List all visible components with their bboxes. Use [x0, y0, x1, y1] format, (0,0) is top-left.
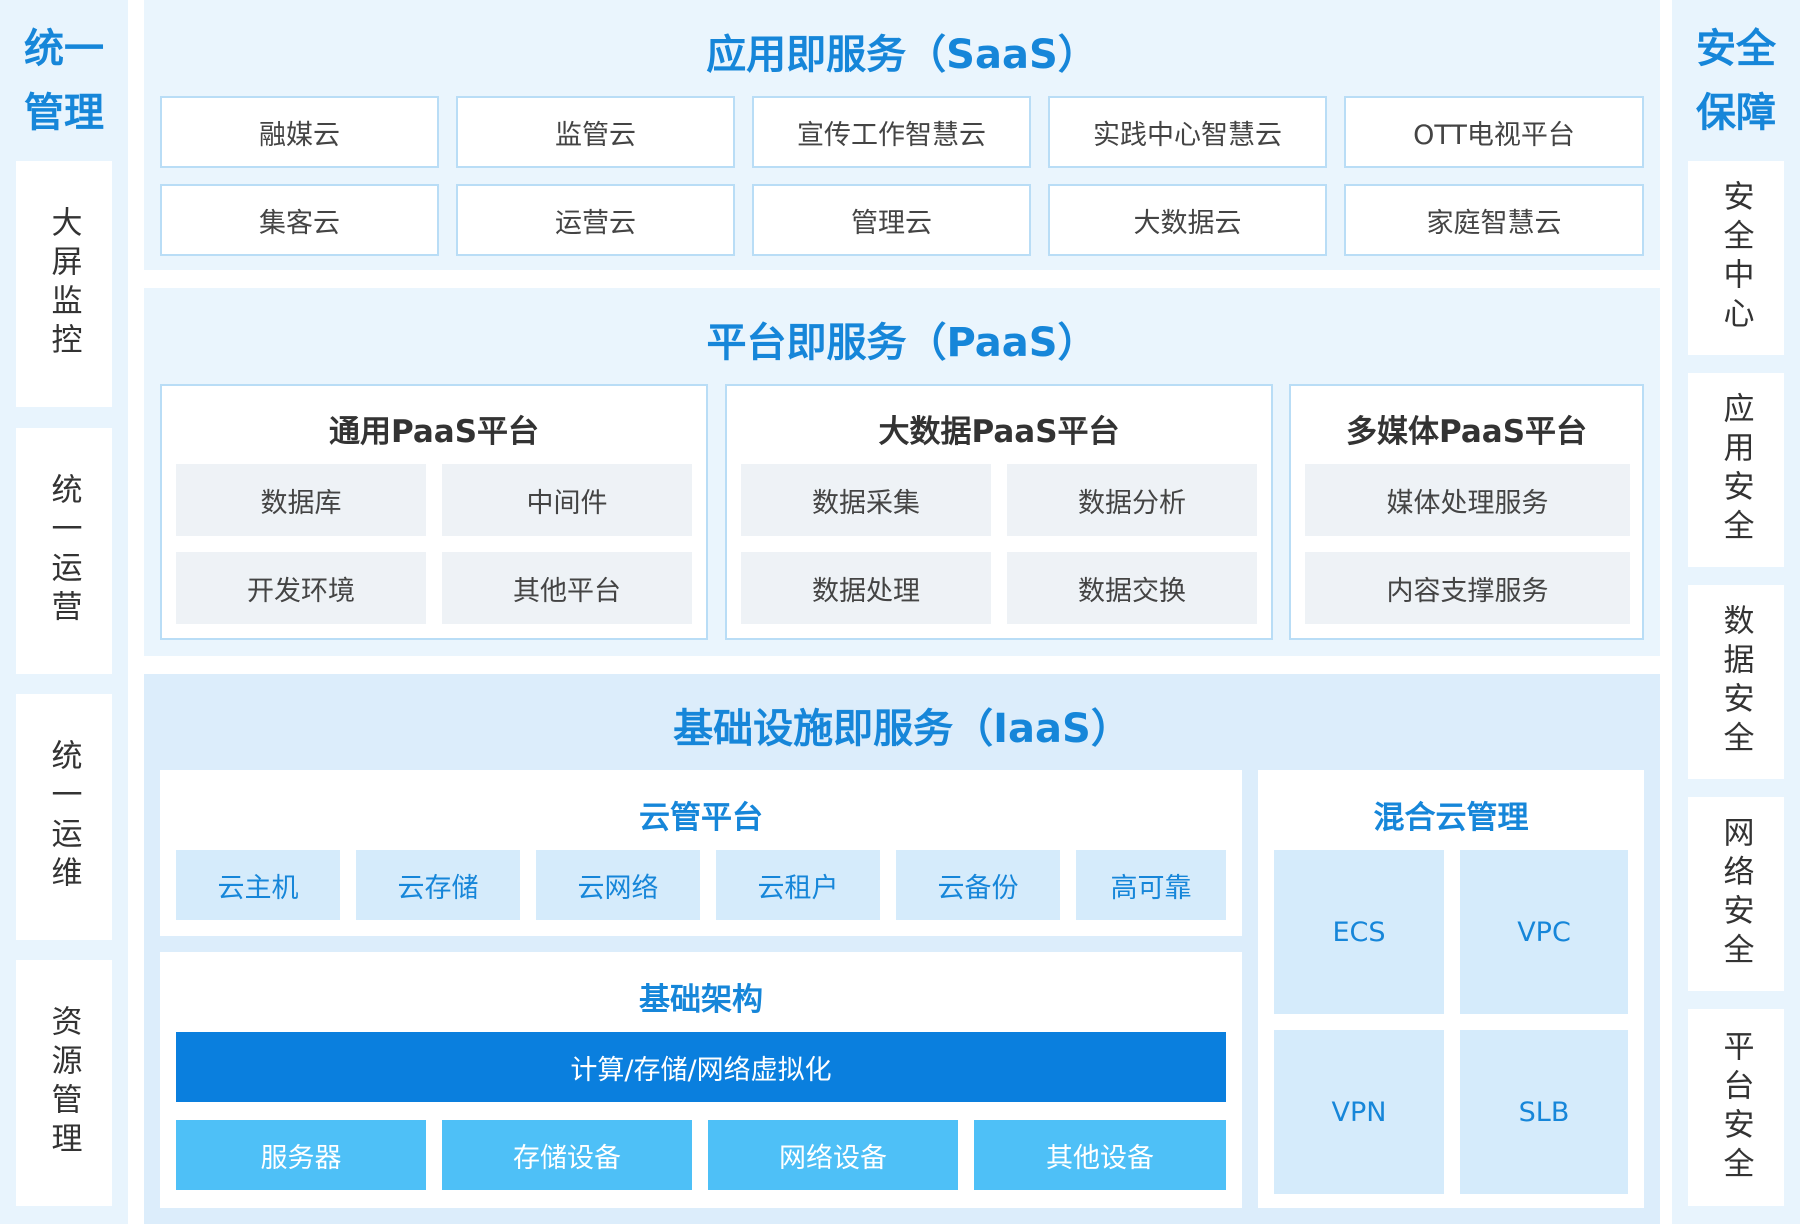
device-item[interactable]: 网络设备: [708, 1120, 958, 1190]
infrastructure-title: 基础架构: [639, 982, 763, 1018]
right-column-title-line1: 安全: [1696, 26, 1776, 72]
cloud-mgmt-item[interactable]: 云存储: [356, 850, 520, 920]
right-item-platform-security[interactable]: 平台安全: [1688, 1009, 1784, 1206]
hybrid-item-ecs[interactable]: ECS: [1274, 850, 1444, 1014]
cloud-mgmt-item[interactable]: 云备份: [896, 850, 1060, 920]
left-item-label: 大屏监控: [45, 206, 82, 362]
left-column-title-line1: 统一: [24, 26, 104, 72]
left-management-column: 统一 管理 大屏监控 统一运营 统一运维 资源管理: [0, 0, 128, 1224]
paas-title: 平台即服务（PaaS）: [706, 320, 1098, 366]
saas-item[interactable]: 实践中心智慧云: [1048, 96, 1327, 168]
hybrid-cloud-box: 混合云管理 ECS VPC VPN SLB: [1258, 770, 1644, 1208]
paas-item[interactable]: 数据库: [176, 464, 426, 536]
right-item-label: 平台安全: [1717, 1029, 1754, 1186]
right-item-label: 应用安全: [1717, 392, 1754, 548]
device-item[interactable]: 存储设备: [442, 1120, 692, 1190]
saas-item[interactable]: 管理云: [752, 184, 1031, 256]
device-item[interactable]: 其他设备: [974, 1120, 1226, 1190]
paas-item[interactable]: 媒体处理服务: [1305, 464, 1630, 536]
right-item-label: 网络安全: [1717, 816, 1754, 972]
saas-item[interactable]: 宣传工作智慧云: [752, 96, 1031, 168]
left-item-label: 资源管理: [45, 1005, 82, 1161]
cloud-mgmt-item[interactable]: 云主机: [176, 850, 340, 920]
paas-group-multimedia: 多媒体PaaS平台 媒体处理服务 内容支撑服务: [1289, 384, 1644, 640]
paas-item[interactable]: 数据处理: [741, 552, 991, 624]
saas-item[interactable]: 融媒云: [160, 96, 439, 168]
saas-item[interactable]: 大数据云: [1048, 184, 1327, 256]
hybrid-item-slb[interactable]: SLB: [1460, 1030, 1628, 1194]
hybrid-item-vpn[interactable]: VPN: [1274, 1030, 1444, 1194]
paas-group-title: 通用PaaS平台: [328, 414, 540, 450]
right-security-column: 安全 保障 安全中心 应用安全 数据安全 网络安全 平台安全: [1672, 0, 1800, 1224]
right-item-label: 安全中心: [1717, 180, 1754, 336]
paas-panel: 平台即服务（PaaS） 通用PaaS平台 数据库 中间件 开发环境 其他平台 大…: [144, 288, 1660, 656]
paas-item[interactable]: 数据采集: [741, 464, 991, 536]
saas-title: 应用即服务（SaaS）: [706, 32, 1098, 78]
paas-group-bigdata: 大数据PaaS平台 数据采集 数据分析 数据处理 数据交换: [725, 384, 1273, 640]
left-item-big-screen-monitor[interactable]: 大屏监控: [16, 161, 112, 407]
right-column-title-line2: 保障: [1696, 90, 1776, 136]
saas-item[interactable]: 运营云: [456, 184, 735, 256]
device-item[interactable]: 服务器: [176, 1120, 426, 1190]
saas-item[interactable]: 家庭智慧云: [1344, 184, 1644, 256]
iaas-panel: 基础设施即服务（IaaS） 云管平台 云主机 云存储 云网络 云租户 云备份 高…: [144, 674, 1660, 1224]
right-item-security-center[interactable]: 安全中心: [1688, 161, 1784, 355]
left-item-unified-operation[interactable]: 统一运营: [16, 428, 112, 674]
saas-item[interactable]: 集客云: [160, 184, 439, 256]
paas-group-title: 大数据PaaS平台: [878, 414, 1120, 450]
cloud-mgmt-item[interactable]: 高可靠: [1076, 850, 1226, 920]
paas-item[interactable]: 中间件: [442, 464, 692, 536]
left-item-unified-maintenance[interactable]: 统一运维: [16, 694, 112, 940]
cloud-mgmt-item[interactable]: 云租户: [716, 850, 880, 920]
left-item-resource-management[interactable]: 资源管理: [16, 960, 112, 1206]
paas-group-title: 多媒体PaaS平台: [1345, 414, 1588, 450]
right-item-application-security[interactable]: 应用安全: [1688, 373, 1784, 567]
paas-item[interactable]: 其他平台: [442, 552, 692, 624]
paas-item[interactable]: 内容支撑服务: [1305, 552, 1630, 624]
paas-item[interactable]: 开发环境: [176, 552, 426, 624]
paas-item[interactable]: 数据交换: [1007, 552, 1257, 624]
left-item-label: 统一运维: [45, 739, 82, 895]
right-item-label: 数据安全: [1717, 604, 1754, 760]
right-item-data-security[interactable]: 数据安全: [1688, 585, 1784, 779]
hybrid-cloud-title: 混合云管理: [1373, 800, 1529, 836]
infrastructure-box: 基础架构 计算/存储/网络虚拟化 服务器 存储设备 网络设备 其他设备: [160, 952, 1242, 1208]
paas-item[interactable]: 数据分析: [1007, 464, 1257, 536]
cloud-management-box: 云管平台 云主机 云存储 云网络 云租户 云备份 高可靠: [160, 770, 1242, 936]
saas-item[interactable]: 监管云: [456, 96, 735, 168]
hybrid-item-vpc[interactable]: VPC: [1460, 850, 1628, 1014]
paas-group-general: 通用PaaS平台 数据库 中间件 开发环境 其他平台: [160, 384, 708, 640]
saas-panel: 应用即服务（SaaS） 融媒云 监管云 宣传工作智慧云 实践中心智慧云 OTT电…: [144, 0, 1660, 270]
virtualization-bar[interactable]: 计算/存储/网络虚拟化: [176, 1032, 1226, 1102]
left-column-title-line2: 管理: [24, 90, 104, 136]
right-item-network-security[interactable]: 网络安全: [1688, 797, 1784, 991]
saas-item[interactable]: OTT电视平台: [1344, 96, 1644, 168]
cloud-mgmt-item[interactable]: 云网络: [536, 850, 700, 920]
left-item-label: 统一运营: [45, 473, 82, 629]
cloud-management-title: 云管平台: [639, 800, 763, 836]
iaas-title: 基础设施即服务（IaaS）: [673, 706, 1131, 752]
